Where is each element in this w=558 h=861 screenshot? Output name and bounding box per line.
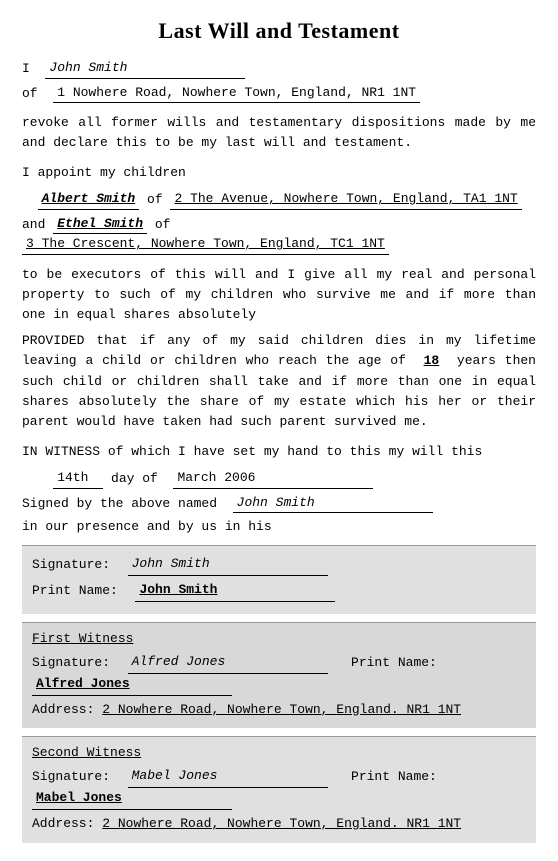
sw-address-label: Address: [32,814,94,835]
signed-by-field: John Smith [233,493,433,514]
executor1-address-field: 2 The Avenue, Nowhere Town, England, TA1… [170,189,521,210]
executor1-name-field: Albert Smith [38,189,140,210]
date-line: 14th day of March 2006 [22,468,536,489]
date-month-year-field: March 2006 [173,468,373,489]
day-of-label: day of [111,469,158,489]
second-witness-sig-row: Signature: Mabel Jones Print Name: Mabel… [32,766,526,810]
sw-address-value: 2 Nowhere Road, Nowhere Town, England. N… [102,814,461,835]
document-title: Last Will and Testament [22,18,536,44]
intro-paragraph: revoke all former wills and testamentary… [22,113,536,153]
print-name-row: Print Name: John Smith [32,580,526,602]
fw-print-name-label: Print Name: [351,653,437,674]
age-field: 18 [424,353,440,368]
date-day-field: 14th [53,468,103,489]
print-name-label: Print Name: [32,581,118,602]
signature-section: Signature: John Smith Print Name: John S… [22,545,536,614]
fw-address-value: 2 Nowhere Road, Nowhere Town, England. N… [102,700,461,721]
body-para2: PROVIDED that if any of my said children… [22,331,536,432]
second-witness-address-row: Address: 2 Nowhere Road, Nowhere Town, E… [32,814,526,835]
executor2-line: and Ethel Smith of 3 The Crescent, Nowhe… [22,214,536,255]
executor2-name-field: Ethel Smith [53,214,147,235]
of-label: of [22,84,38,104]
and-label: and [22,215,45,235]
fw-address-label: Address: [32,700,94,721]
executor1-line: Albert Smith of 2 The Avenue, Nowhere To… [22,189,536,210]
sw-print-name-label: Print Name: [351,767,437,788]
print-name-value: John Smith [135,580,335,602]
sig-label: Signature: [32,555,110,576]
first-witness-address-row: Address: 2 Nowhere Road, Nowhere Town, E… [32,700,526,721]
first-witness-section: First Witness Signature: Alfred Jones Pr… [22,622,536,728]
testator-address-line: of 1 Nowhere Road, Nowhere Town, England… [22,83,536,104]
body-para1: to be executors of this will and I give … [22,265,536,325]
sig-value: John Smith [128,554,328,576]
appoint-text: I appoint my children [22,163,536,183]
first-witness-header: First Witness [32,631,526,646]
page: Last Will and Testament I John Smith of … [0,0,558,861]
signed-by-line: Signed by the above named John Smith [22,493,536,514]
signed-by-label: Signed by the above named [22,494,217,514]
fw-sig-value: Alfred Jones [128,652,328,674]
executor2-address-field: 3 The Crescent, Nowhere Town, England, T… [22,234,389,255]
in-presence-text: in our presence and by us in his [22,517,536,537]
of2-label: of [147,190,163,210]
testator-address-field: 1 Nowhere Road, Nowhere Town, England, N… [53,83,420,104]
testator-name-line: I John Smith [22,58,536,79]
testator-name-field: John Smith [45,58,245,79]
first-witness-sig-row: Signature: Alfred Jones Print Name: Alfr… [32,652,526,696]
sw-sig-label: Signature: [32,767,110,788]
fw-sig-label: Signature: [32,653,110,674]
of3-label: of [155,215,171,235]
sw-sig-value: Mabel Jones [128,766,328,788]
sw-print-name-value: Mabel Jones [32,788,232,810]
second-witness-section: Second Witness Signature: Mabel Jones Pr… [22,736,536,842]
fw-print-name-value: Alfred Jones [32,674,232,696]
signature-row: Signature: John Smith [32,554,526,576]
second-witness-header: Second Witness [32,745,526,760]
i-label: I [22,59,30,79]
witness-intro: IN WITNESS of which I have set my hand t… [22,442,536,462]
